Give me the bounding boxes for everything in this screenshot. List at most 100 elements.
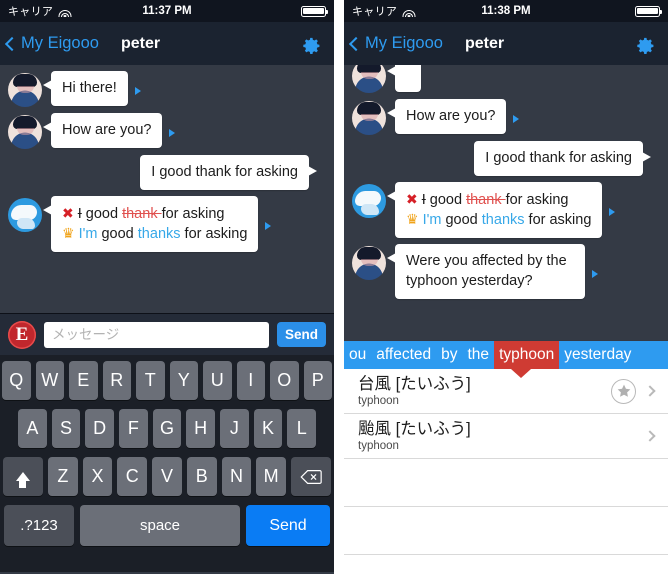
dual-phone-screenshot: キャリア 11:37 PM My Eigooo peter Hi there! … xyxy=(0,0,668,574)
message-detail-arrow-icon[interactable] xyxy=(513,115,520,123)
message-row: Hi there! xyxy=(0,65,334,107)
correction-right-line: ♛ I'm good thanks for asking xyxy=(406,210,591,230)
key-h[interactable]: H xyxy=(186,409,216,448)
key-x[interactable]: X xyxy=(82,457,113,496)
keyboard-send-key[interactable]: Send xyxy=(246,505,330,546)
key-f[interactable]: F xyxy=(119,409,148,448)
dictionary-gloss: typhoon xyxy=(358,439,399,452)
list-item-empty xyxy=(344,459,668,507)
key-c[interactable]: C xyxy=(117,457,148,496)
key-b[interactable]: B xyxy=(186,457,217,496)
key-z[interactable]: Z xyxy=(47,457,78,496)
keyboard-row-2: A S D F G H J K L xyxy=(2,409,332,448)
key-e[interactable]: E xyxy=(69,361,98,400)
back-button[interactable]: My Eigooo xyxy=(0,34,99,53)
back-button-label: My Eigooo xyxy=(21,34,99,52)
ribbon-word[interactable]: the xyxy=(463,341,495,369)
ribbon-word-selected[interactable]: typhoon xyxy=(494,341,560,369)
numbers-key[interactable]: .?123 xyxy=(4,505,74,546)
list-item-empty xyxy=(344,507,668,555)
settings-button[interactable] xyxy=(633,32,656,55)
key-d[interactable]: D xyxy=(85,409,114,448)
sentence-word-ribbon[interactable]: ou affected by the typhoon yesterday xyxy=(344,341,668,378)
send-button[interactable]: Send xyxy=(276,322,326,347)
message-bubble[interactable] xyxy=(386,65,422,93)
shift-icon xyxy=(15,472,30,488)
back-button[interactable]: My Eigooo xyxy=(344,34,443,53)
correction-bubble[interactable]: ✖ I good thank for asking ♛ I'm good thank… xyxy=(386,182,603,239)
navigation-bar: My Eigooo peter xyxy=(344,22,668,65)
settings-button[interactable] xyxy=(299,32,322,55)
key-y[interactable]: Y xyxy=(169,361,198,400)
key-t[interactable]: T xyxy=(136,361,165,400)
key-u[interactable]: U xyxy=(203,361,232,400)
message-row: I good thank for asking xyxy=(344,135,668,177)
key-p[interactable]: P xyxy=(303,361,332,400)
message-bubble[interactable]: I good thank for asking xyxy=(140,155,317,191)
list-item[interactable]: 颱風 [たいふう] typhoon xyxy=(344,414,668,459)
correction-wrong-line: ✖ I good thank for asking xyxy=(62,204,247,224)
ribbon-word[interactable]: ou xyxy=(344,341,371,369)
status-bar: キャリア 11:37 PM xyxy=(0,0,334,22)
key-n[interactable]: N xyxy=(221,457,252,496)
dictionary-results-list: 台風 [たいふう] typhoon 颱風 [たいふう] typhoon xyxy=(344,369,668,574)
message-bubble[interactable]: Were you affected by the typhoon yesterd… xyxy=(387,244,585,299)
ribbon-pointer-icon xyxy=(511,369,531,378)
message-detail-arrow-icon[interactable] xyxy=(592,269,598,278)
key-i[interactable]: I xyxy=(236,361,265,400)
key-m[interactable]: M xyxy=(256,457,287,496)
key-r[interactable]: R xyxy=(102,361,131,400)
key-q[interactable]: Q xyxy=(2,361,31,400)
chevron-left-icon xyxy=(348,36,364,51)
message-detail-arrow-icon[interactable] xyxy=(169,129,176,137)
list-item[interactable]: 台風 [たいふう] typhoon xyxy=(344,369,668,414)
message-row: I good thank for asking xyxy=(0,149,334,191)
chevron-right-icon[interactable] xyxy=(644,430,656,442)
backspace-key[interactable] xyxy=(291,457,332,496)
message-row: ✖ I good thank for asking ♛ I'm good thank… xyxy=(344,176,668,239)
clock-label: 11:37 PM xyxy=(142,5,192,17)
message-bubble[interactable]: I good thank for asking xyxy=(474,141,651,177)
message-detail-arrow-icon[interactable] xyxy=(134,87,141,95)
key-k[interactable]: K xyxy=(253,409,283,448)
correction-wrong-line: ✖ I good thank for asking xyxy=(406,190,591,210)
message-input[interactable] xyxy=(44,321,269,348)
key-a[interactable]: A xyxy=(17,409,47,448)
message-bubble[interactable]: How are you? xyxy=(386,99,507,135)
chat-thread[interactable]: Hi there! How are you? I good thank for … xyxy=(0,65,334,313)
key-v[interactable]: V xyxy=(152,457,182,496)
chevron-right-icon[interactable] xyxy=(644,385,656,397)
ribbon-word[interactable]: by xyxy=(436,341,462,369)
message-detail-arrow-icon[interactable] xyxy=(265,222,272,231)
key-o[interactable]: O xyxy=(270,361,299,400)
dictionary-word: 台風 [たいふう] xyxy=(358,375,471,394)
chat-thread[interactable]: How are you? I good thank for asking ✖ I … xyxy=(344,65,668,341)
dictionary-word: 颱風 [たいふう] xyxy=(358,420,471,439)
crown-icon: ♛ xyxy=(62,225,75,242)
keyboard-row-4: .?123 space Send xyxy=(2,505,332,546)
favorite-button[interactable] xyxy=(611,378,636,404)
ribbon-word[interactable]: affected xyxy=(371,341,436,369)
correction-bubble[interactable]: ✖ I good thank for asking ♛ I'm good thank… xyxy=(42,196,259,253)
peter-avatar xyxy=(8,73,42,107)
eigooo-logo-icon: E xyxy=(8,320,36,349)
message-detail-arrow-icon[interactable] xyxy=(609,208,616,217)
message-bubble[interactable]: Hi there! xyxy=(43,71,128,107)
space-key[interactable]: space xyxy=(80,505,240,546)
message-bubble[interactable]: How are you? xyxy=(42,113,163,149)
key-j[interactable]: J xyxy=(220,409,249,448)
key-g[interactable]: G xyxy=(152,409,182,448)
message-row: ✖ I good thank for asking ♛ I'm good thank… xyxy=(0,190,334,253)
on-screen-keyboard[interactable]: Q W E R T Y U I O P A S D F G H J K L Z … xyxy=(0,355,334,572)
chevron-left-icon xyxy=(4,36,20,51)
shift-key[interactable] xyxy=(2,457,43,496)
key-w[interactable]: W xyxy=(35,361,64,400)
star-icon xyxy=(617,384,630,397)
teacher-avatar xyxy=(352,184,386,219)
page-title: peter xyxy=(464,34,505,52)
key-l[interactable]: L xyxy=(287,409,317,448)
wrong-text: I good thank for asking xyxy=(77,206,225,223)
ribbon-word[interactable]: yesterday xyxy=(559,341,636,369)
peter-avatar xyxy=(352,65,386,93)
key-s[interactable]: S xyxy=(51,409,81,448)
